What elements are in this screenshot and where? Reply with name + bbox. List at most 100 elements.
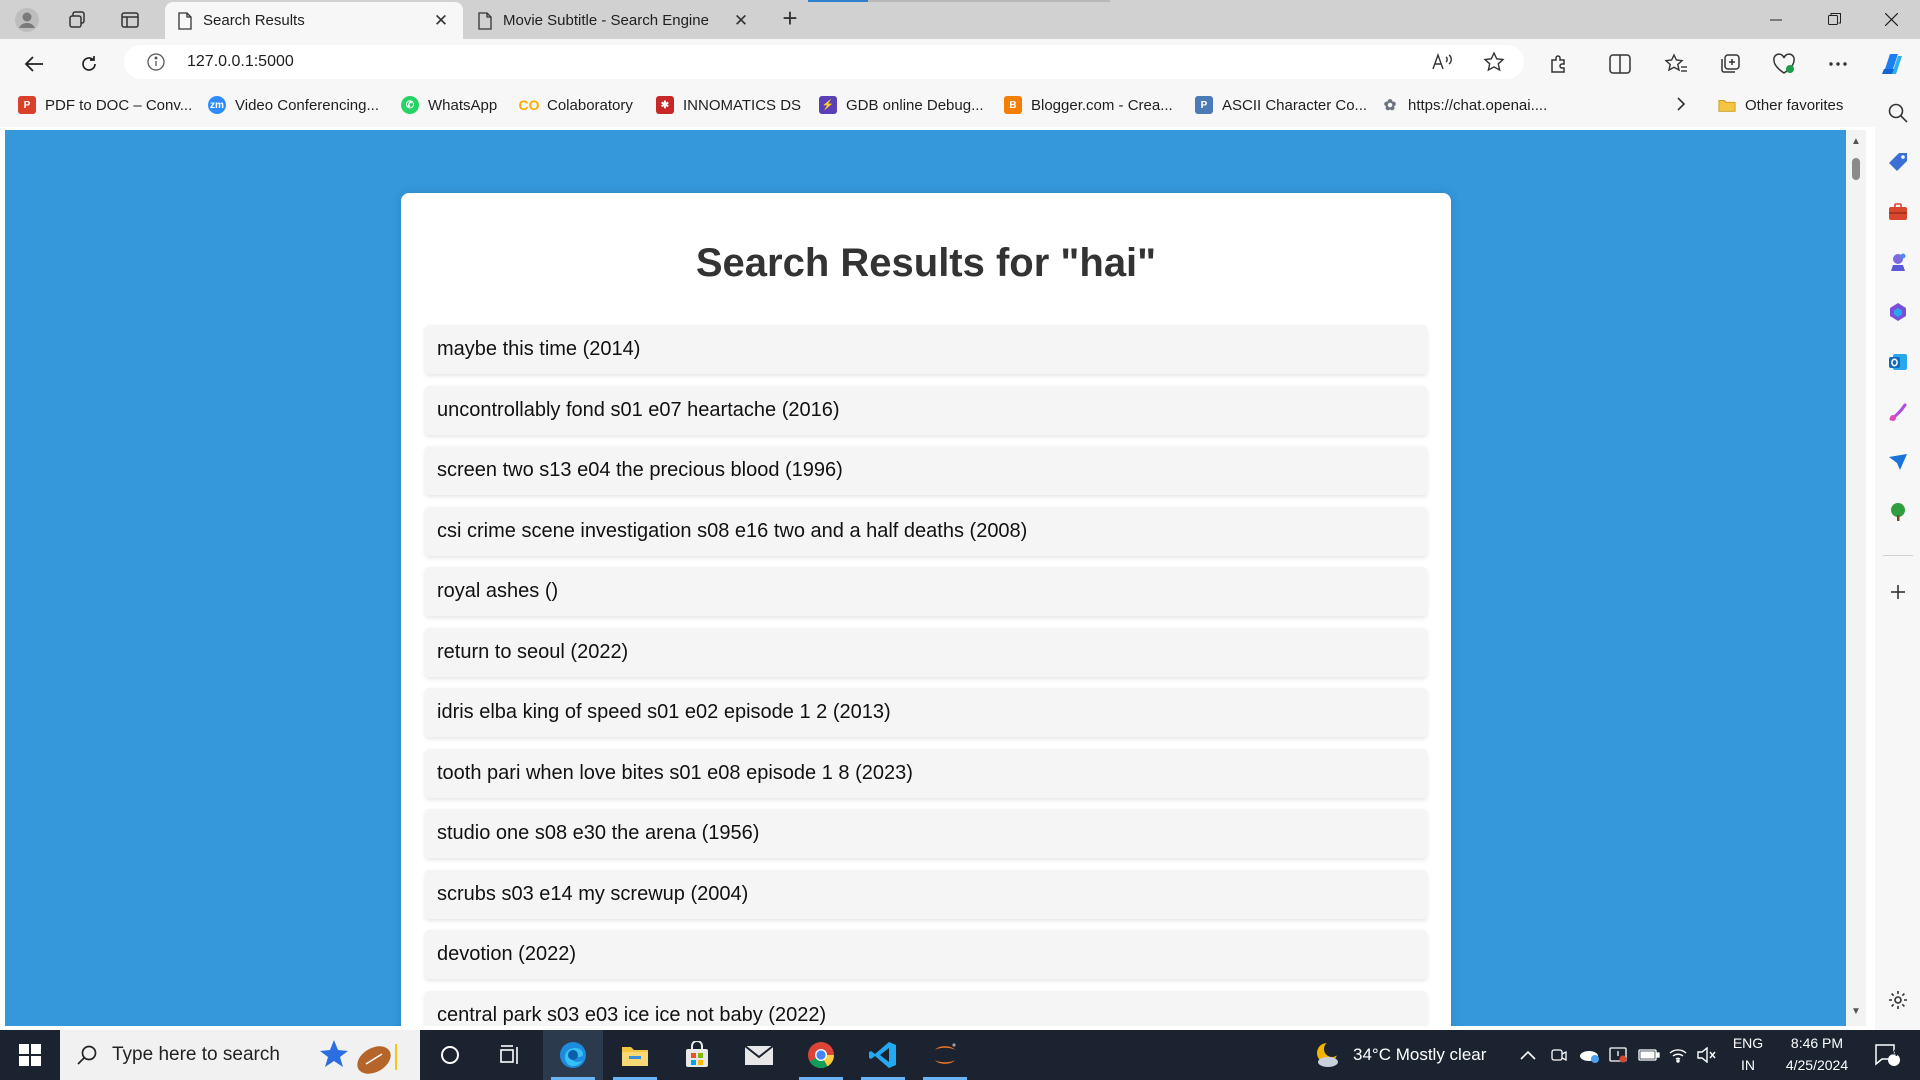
whatsapp-icon: ✆ xyxy=(401,96,419,114)
result-item[interactable]: idris elba king of speed s01 e02 episode… xyxy=(425,688,1427,737)
favorite-ascii-character[interactable]: P ASCII Character Co... xyxy=(1195,96,1367,114)
weather-widget[interactable]: 34°C Mostly clear xyxy=(1313,1030,1486,1080)
search-icon[interactable] xyxy=(1887,102,1909,124)
task-view-icon[interactable] xyxy=(480,1030,540,1080)
input-language[interactable]: ENG xyxy=(1728,1035,1768,1051)
result-item[interactable]: royal ashes () xyxy=(425,567,1427,616)
action-center-icon[interactable]: 4 xyxy=(1874,1030,1900,1080)
chrome-icon[interactable] xyxy=(791,1030,851,1080)
refresh-button[interactable] xyxy=(73,48,105,80)
close-tab-icon[interactable]: ✕ xyxy=(731,11,751,31)
designer-icon[interactable] xyxy=(1887,401,1909,423)
favorite-label: https://chat.openai.... xyxy=(1408,96,1548,114)
add-icon[interactable] xyxy=(1887,581,1909,603)
site-info-icon[interactable] xyxy=(146,52,166,75)
collections-icon[interactable] xyxy=(1714,48,1746,80)
defender-icon[interactable] xyxy=(1608,1030,1628,1080)
onedrive-icon[interactable] xyxy=(1578,1030,1600,1080)
jupyter-icon[interactable] xyxy=(915,1030,975,1080)
new-tab-button[interactable]: + xyxy=(775,4,805,34)
shopping-tag-icon[interactable] xyxy=(1887,151,1909,173)
result-item[interactable]: screen two s13 e04 the precious blood (1… xyxy=(425,446,1427,495)
copilot-icon[interactable] xyxy=(1876,48,1908,80)
close-window-button[interactable] xyxy=(1862,0,1920,39)
meet-now-icon[interactable] xyxy=(1550,1030,1568,1080)
favorite-colaboratory[interactable]: CO Colaboratory xyxy=(519,96,633,114)
address-bar[interactable]: 127.0.0.1:5000 xyxy=(124,45,1524,79)
result-item[interactable]: scrubs s03 e14 my screwup (2004) xyxy=(425,869,1427,919)
clock-time[interactable]: 8:46 PM xyxy=(1772,1035,1862,1051)
gdb-icon: ⚡ xyxy=(819,96,837,114)
microsoft-store-icon[interactable] xyxy=(667,1030,727,1080)
battery-icon[interactable] xyxy=(1638,1030,1660,1080)
workspaces-icon[interactable] xyxy=(62,5,92,35)
start-button[interactable] xyxy=(0,1030,60,1080)
scroll-up-arrow-icon[interactable]: ▲ xyxy=(1850,136,1862,147)
minimize-button[interactable] xyxy=(1747,0,1805,39)
volume-muted-icon[interactable] xyxy=(1696,1030,1716,1080)
page-scrollbar[interactable]: ▲ ▼ xyxy=(1846,130,1866,1026)
favorite-innomatics[interactable]: ✱ INNOMATICS DS xyxy=(656,96,801,114)
outlook-icon[interactable] xyxy=(1887,351,1909,373)
extensions-icon[interactable] xyxy=(1543,48,1575,80)
favorites-icon[interactable] xyxy=(1660,48,1692,80)
browser-essentials-icon[interactable] xyxy=(1768,48,1800,80)
edge-taskbar-icon[interactable] xyxy=(543,1030,603,1080)
split-screen-icon[interactable] xyxy=(1604,48,1636,80)
restore-button[interactable] xyxy=(1805,0,1863,39)
tab-strip: Search Results ✕ Movie Subtitle - Search… xyxy=(0,0,1920,39)
favorite-label: INNOMATICS DS xyxy=(683,96,802,114)
moon-cloud-icon xyxy=(1317,1041,1340,1067)
result-item[interactable]: tooth pari when love bites s01 e08 episo… xyxy=(425,748,1427,798)
mail-icon[interactable] xyxy=(729,1030,789,1080)
other-favorites-folder[interactable]: Other favorites xyxy=(1718,96,1843,114)
tab-search-results[interactable]: Search Results ✕ xyxy=(165,2,463,39)
scroll-down-arrow-icon[interactable]: ▼ xyxy=(1850,1006,1862,1017)
vs-code-icon[interactable] xyxy=(853,1030,913,1080)
favorite-label: PDF to DOC – Conv... xyxy=(45,96,193,114)
result-item[interactable]: central park s03 e03 ice ice not baby (2… xyxy=(425,990,1427,1026)
tree-icon[interactable] xyxy=(1887,501,1909,523)
result-item[interactable]: maybe this time (2014) xyxy=(425,325,1427,374)
cortana-icon[interactable] xyxy=(420,1030,480,1080)
favorite-whatsapp[interactable]: ✆ WhatsApp xyxy=(401,96,497,114)
edge-sidebar xyxy=(1875,87,1920,1030)
blogger-icon: B xyxy=(1004,96,1022,114)
favorite-pdf-to-doc[interactable]: P PDF to DOC – Conv... xyxy=(18,96,192,114)
clock-date[interactable]: 4/25/2024 xyxy=(1772,1057,1862,1073)
tools-briefcase-icon[interactable] xyxy=(1887,201,1909,223)
vertical-tabs-icon[interactable] xyxy=(115,5,145,35)
windows-taskbar: Type here to search 34°C Mostly clear EN… xyxy=(0,1030,1920,1080)
send-icon[interactable] xyxy=(1887,451,1909,473)
favorites-bar: P PDF to DOC – Conv... zm Video Conferen… xyxy=(0,87,1920,127)
tab-movie-subtitle[interactable]: Movie Subtitle - Search Engine ✕ xyxy=(465,2,763,39)
games-icon[interactable] xyxy=(1887,251,1909,273)
result-item[interactable]: devotion (2022) xyxy=(425,930,1427,979)
favorite-blogger[interactable]: B Blogger.com - Crea... xyxy=(1004,96,1173,114)
favorite-video-conferencing[interactable]: zm Video Conferencing... xyxy=(208,96,379,114)
result-item[interactable]: studio one s08 e30 the arena (1956) xyxy=(425,809,1427,858)
back-button[interactable] xyxy=(18,48,50,80)
file-explorer-icon[interactable] xyxy=(605,1030,665,1080)
url-text[interactable]: 127.0.0.1:5000 xyxy=(187,53,294,71)
settings-more-icon[interactable] xyxy=(1822,48,1854,80)
microsoft-365-icon[interactable] xyxy=(1887,301,1909,323)
taskbar-search-box[interactable]: Type here to search xyxy=(60,1030,420,1080)
profile-icon[interactable] xyxy=(12,5,42,35)
wifi-icon[interactable] xyxy=(1668,1030,1688,1080)
read-aloud-icon[interactable] xyxy=(1430,52,1454,72)
input-region[interactable]: IN xyxy=(1728,1057,1768,1073)
sidebar-settings-gear-icon[interactable] xyxy=(1887,989,1909,1011)
favorite-star-icon[interactable] xyxy=(1482,51,1506,72)
close-tab-icon[interactable]: ✕ xyxy=(431,11,451,31)
result-item[interactable]: csi crime scene investigation s08 e16 tw… xyxy=(425,506,1427,556)
show-hidden-icons-chevron-icon[interactable] xyxy=(1520,1030,1536,1080)
favorite-label: ASCII Character Co... xyxy=(1222,96,1368,114)
result-item[interactable]: uncontrollably fond s01 e07 heartache (2… xyxy=(425,385,1427,435)
folder-icon xyxy=(1718,96,1736,114)
result-item[interactable]: return to seoul (2022) xyxy=(425,627,1427,677)
favorite-chat-openai[interactable]: ✿ https://chat.openai.... xyxy=(1381,96,1548,115)
scroll-thumb[interactable] xyxy=(1852,158,1860,180)
favorites-overflow-chevron-icon[interactable] xyxy=(1676,96,1686,112)
favorite-gdb-online[interactable]: ⚡ GDB online Debug... xyxy=(819,96,984,114)
